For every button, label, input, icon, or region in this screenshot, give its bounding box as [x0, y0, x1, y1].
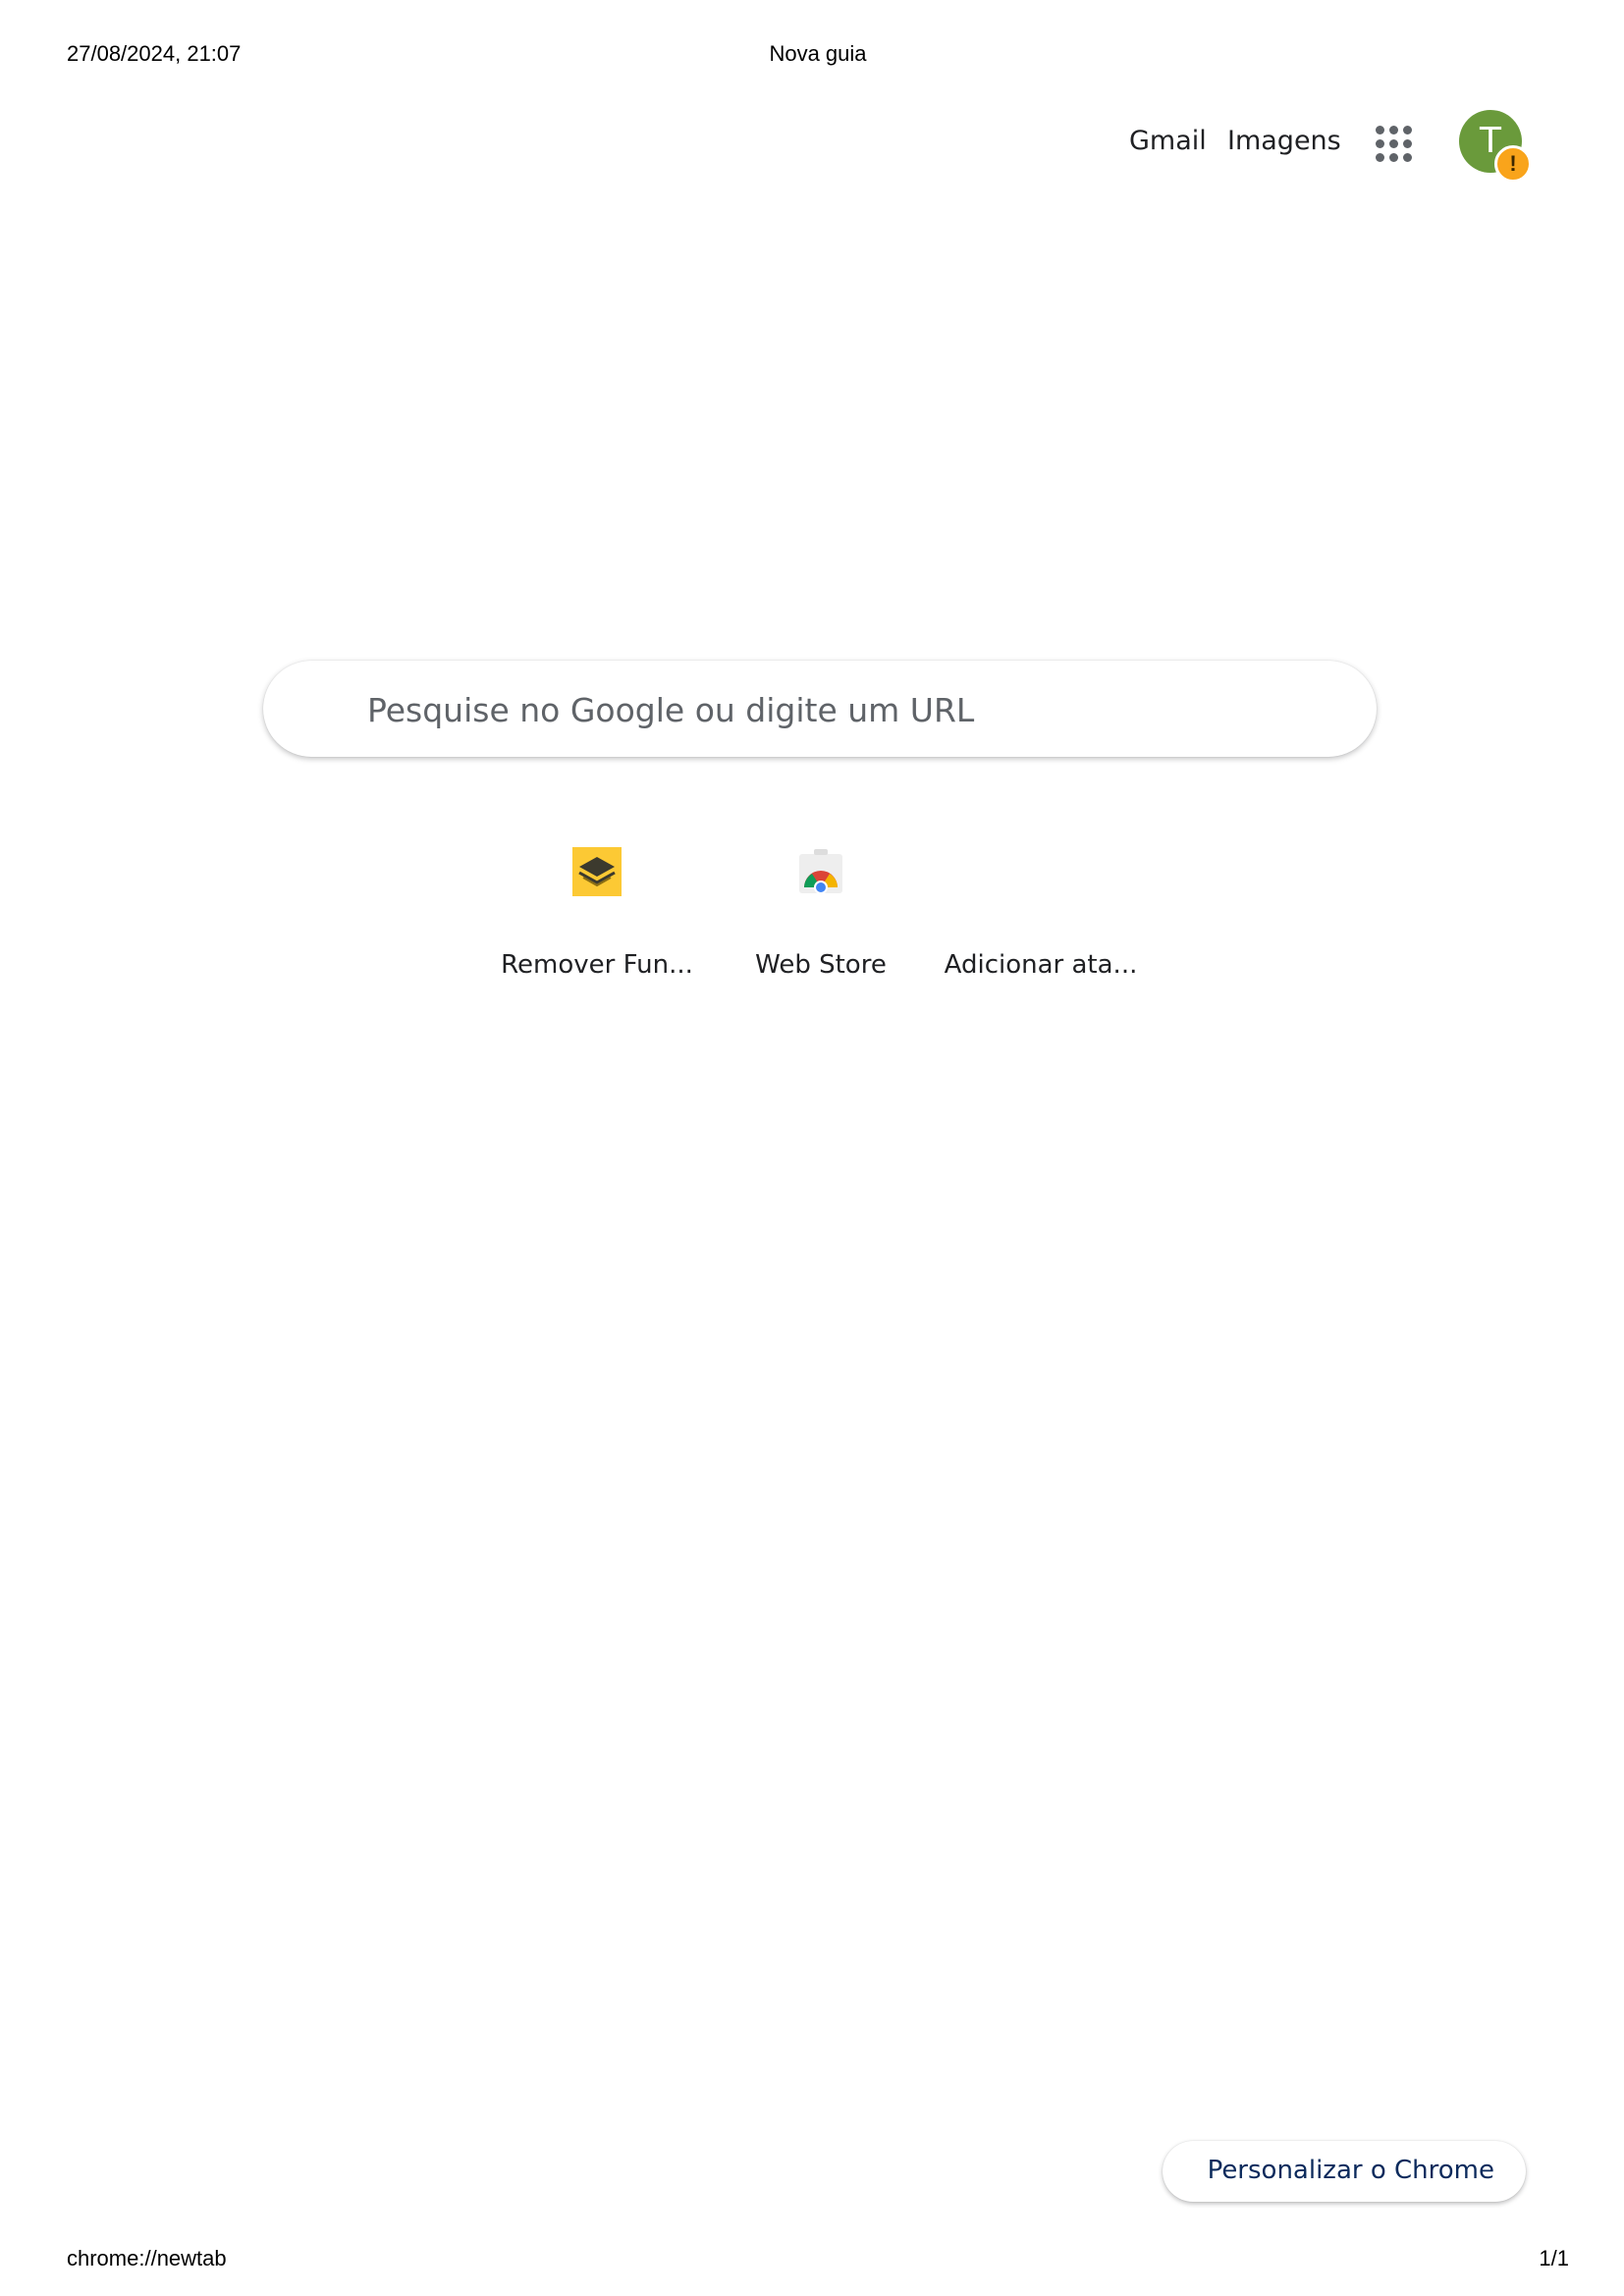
shortcuts: Remover Fun... Web Store Adicionar ata..…	[0, 825, 1624, 1001]
gmail-link[interactable]: Gmail	[1129, 126, 1207, 156]
print-url: chrome://newtab	[67, 2246, 227, 2270]
images-link[interactable]: Imagens	[1227, 126, 1341, 156]
shortcut-label: Web Store	[755, 950, 887, 980]
add-shortcut-tile[interactable]: Adicionar ata...	[943, 825, 1139, 1001]
yellow-layers-icon	[572, 847, 622, 896]
shortcut-tile[interactable]: Web Store	[723, 825, 919, 1001]
print-page-title: Nova guia	[769, 41, 867, 66]
shortcut-label: Remover Fun...	[501, 950, 693, 980]
customize-chrome-button[interactable]: Personalizar o Chrome	[1163, 2141, 1526, 2202]
print-footer: chrome://newtab 1/1	[67, 2246, 1569, 2275]
shortcut-label: Adicionar ata...	[944, 950, 1138, 980]
print-header: 27/08/2024, 21:07 Nova guia	[67, 41, 1569, 71]
search-input[interactable]	[365, 661, 1312, 759]
print-page-number: 1/1	[1539, 2246, 1569, 2270]
apps-grid-icon[interactable]	[1370, 120, 1417, 167]
search-box[interactable]	[263, 661, 1377, 759]
warning-badge-icon: !	[1494, 145, 1532, 183]
top-bar: Gmail Imagens T !	[0, 110, 1624, 188]
chrome-web-store-icon	[799, 849, 842, 894]
shortcut-tile[interactable]: Remover Fun...	[499, 825, 695, 1001]
customize-chrome-label: Personalizar o Chrome	[1207, 2156, 1494, 2185]
